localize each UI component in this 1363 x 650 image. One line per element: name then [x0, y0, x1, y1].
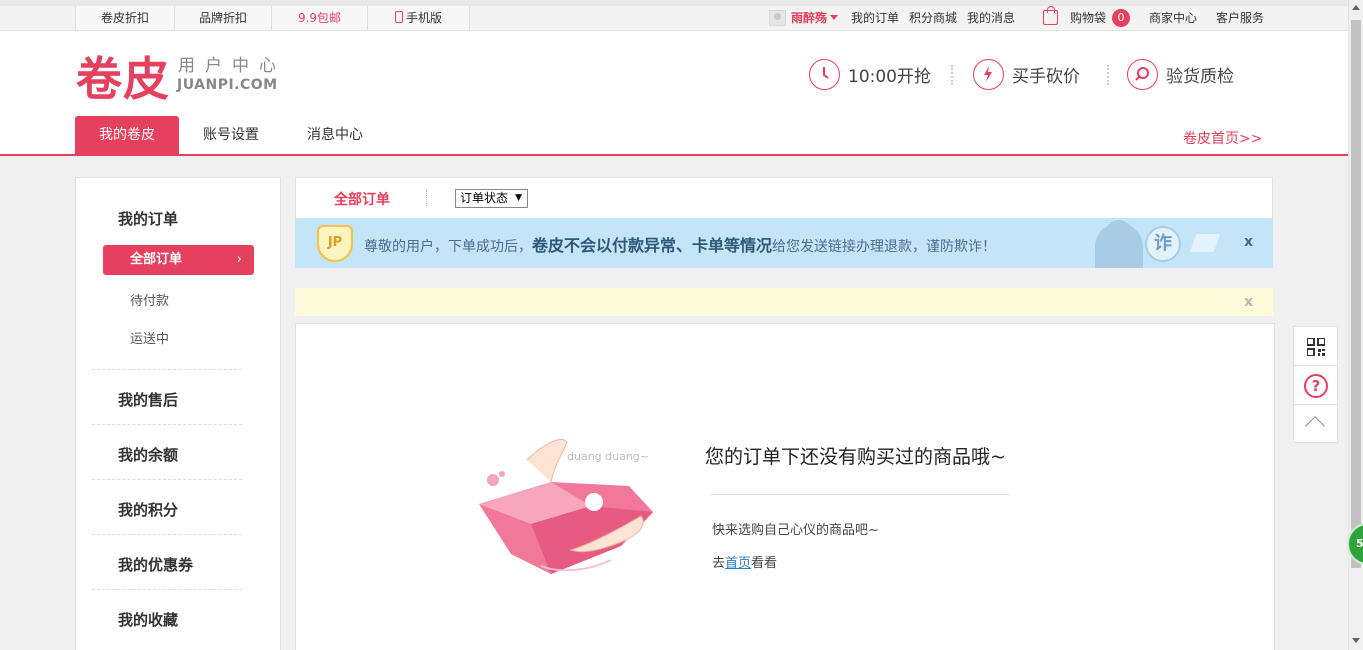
sidebar-item-after-sales[interactable]: 我的售后	[118, 389, 178, 410]
tab-brand-discount[interactable]: 品牌折扣	[174, 6, 271, 30]
fraud-illustration: 诈	[1095, 218, 1225, 268]
sidebar-item-label: 全部订单	[130, 252, 183, 267]
feature-divider	[951, 65, 953, 85]
floating-toolbar: ?	[1293, 326, 1338, 443]
filter-divider	[426, 190, 427, 206]
logo-subtitle: 用户中心	[178, 56, 286, 76]
notice-close-button[interactable]: x	[1244, 234, 1253, 250]
clock-icon	[809, 58, 840, 90]
order-list-empty: duang duang~ 您的订单下还没有购买过的商品哦~ 快来选购自己心仪的商…	[295, 323, 1275, 650]
home-link[interactable]: 卷皮首页>>	[1183, 128, 1262, 148]
sidebar-divider	[92, 589, 242, 590]
top-tabs: 卷皮折扣 品牌折扣 9.9包邮 手机版	[75, 6, 470, 30]
nav-message-center[interactable]: 消息中心	[283, 116, 387, 154]
tab-mobile-label: 手机版	[405, 11, 442, 25]
help-button[interactable]: ?	[1294, 366, 1337, 405]
sidebar-item-favorites[interactable]: 我的收藏	[118, 609, 178, 630]
phone-icon	[394, 11, 403, 23]
fraud-badge: 诈	[1145, 226, 1181, 262]
nav-my-juanpi[interactable]: 我的卷皮	[75, 116, 179, 154]
sidebar-item-pending-payment[interactable]: 待付款	[130, 290, 169, 309]
magnifier-icon	[1127, 58, 1158, 90]
info-bar-close-button[interactable]: x	[1244, 294, 1253, 310]
sidebar-item-points[interactable]: 我的积分	[118, 499, 178, 520]
scroll-down-arrow[interactable]	[1352, 638, 1360, 643]
scroll-up-arrow[interactable]	[1352, 5, 1360, 10]
lightning-icon	[973, 58, 1004, 90]
back-to-top-button[interactable]	[1294, 405, 1337, 444]
notice-text: 尊敬的用户，下单成功后，卷皮不会以付款异常、卡单等情况给您发送链接办理退款，谨防…	[364, 232, 996, 256]
link-my-messages[interactable]: 我的消息	[967, 6, 1015, 30]
qr-code-icon	[1307, 338, 1325, 356]
info-bar: x	[295, 288, 1273, 316]
logo[interactable]: 卷皮	[76, 43, 170, 109]
order-status-select[interactable]: 订单状态 ▼	[455, 189, 528, 208]
scrollbar-thumb[interactable]	[1351, 20, 1361, 568]
empty-go-home: 去首页看看	[712, 552, 777, 571]
home-page-link[interactable]: 首页	[725, 556, 751, 571]
dropdown-arrow-icon: ▼	[515, 193, 522, 203]
empty-divider	[710, 494, 1010, 495]
feature-bargain-label: 买手砍价	[1012, 66, 1080, 87]
sidebar-item-coupons[interactable]: 我的优惠券	[118, 554, 193, 575]
order-status-value: 订单状态	[460, 191, 509, 205]
sidebar-item-shipping[interactable]: 运送中	[130, 328, 169, 347]
go-suffix: 看看	[751, 556, 778, 571]
notice-text-bold: 卷皮不会以付款异常、卡单等情况	[532, 236, 773, 255]
page: 卷皮折扣 品牌折扣 9.9包邮 手机版 雨醉殇 我的订单 积分商城 我的消息 购…	[0, 0, 1363, 650]
link-my-orders[interactable]: 我的订单	[851, 6, 899, 30]
main-nav: 我的卷皮 账号设置 消息中心	[75, 116, 387, 154]
notice-text-after: 给您发送链接办理退款，谨防欺诈！	[772, 239, 997, 255]
sidebar-divider	[92, 534, 242, 535]
qr-code-button[interactable]	[1294, 327, 1337, 366]
link-merchant-center[interactable]: 商家中心	[1149, 6, 1197, 30]
jp-shield-icon: JP	[317, 225, 353, 262]
help-icon: ?	[1304, 374, 1328, 398]
empty-subtitle: 快来选购自己心仪的商品吧~	[712, 523, 879, 538]
feature-flash-sale[interactable]: 10:00开抢	[809, 58, 931, 90]
feature-bargain[interactable]: 买手砍价	[973, 58, 1080, 90]
username-dropdown[interactable]: 雨醉殇	[791, 6, 839, 30]
avatar[interactable]	[769, 10, 786, 26]
sidebar: 我的订单 全部订单 › 待付款 运送中 我的售后 我的余额 我的积分 我的优惠券 …	[75, 177, 281, 650]
chevron-right-icon: ›	[236, 252, 242, 267]
sidebar-title-orders[interactable]: 我的订单	[118, 208, 178, 229]
empty-bag-illustration: duang duang~	[479, 438, 653, 574]
empty-title: 您的订单下还没有购买过的商品哦~	[705, 446, 1006, 468]
tab-free-shipping[interactable]: 9.9包邮	[271, 6, 367, 30]
shopping-bag-icon[interactable]	[1043, 6, 1058, 25]
tab-mobile[interactable]: 手机版	[367, 6, 470, 30]
tab-all-orders[interactable]: 全部订单	[334, 189, 390, 209]
sidebar-divider	[92, 424, 242, 425]
go-prefix: 去	[712, 556, 726, 571]
tab-juanpi-discount[interactable]: 卷皮折扣	[75, 6, 174, 30]
sidebar-item-balance[interactable]: 我的余额	[118, 444, 178, 465]
anti-fraud-notice: JP 尊敬的用户，下单成功后，卷皮不会以付款异常、卡单等情况给您发送链接办理退款…	[295, 218, 1273, 268]
sidebar-divider	[92, 479, 242, 480]
username: 雨醉殇	[791, 11, 828, 25]
nav-account-settings[interactable]: 账号设置	[179, 116, 283, 154]
paper-icon	[1189, 234, 1221, 252]
chevron-up-icon	[1305, 416, 1325, 436]
sidebar-item-all-orders[interactable]: 全部订单 ›	[103, 245, 254, 275]
order-filter-bar: 全部订单 订单状态 ▼	[295, 177, 1273, 218]
cart-count-badge: 0	[1112, 9, 1130, 27]
link-customer-service[interactable]: 客户服务	[1216, 6, 1264, 30]
notice-text-before: 尊敬的用户，下单成功后，	[364, 239, 532, 255]
person-head-icon	[1105, 220, 1133, 248]
illustration-text: duang duang~	[567, 450, 649, 463]
feature-inspection-label: 验货质检	[1166, 66, 1234, 87]
feature-inspection[interactable]: 验货质检	[1127, 58, 1234, 90]
link-cart[interactable]: 购物袋	[1070, 6, 1106, 30]
link-points-mall[interactable]: 积分商城	[909, 6, 957, 30]
feature-flash-sale-label: 10:00开抢	[848, 66, 931, 87]
feature-divider	[1107, 65, 1109, 85]
caret-down-icon	[830, 15, 839, 20]
logo-domain: JUANPI.COM	[177, 77, 278, 93]
sidebar-divider	[92, 369, 242, 370]
header: 卷皮 用户中心 JUANPI.COM 10:00开抢 买手砍价 验货质检 我的卷…	[0, 31, 1348, 156]
